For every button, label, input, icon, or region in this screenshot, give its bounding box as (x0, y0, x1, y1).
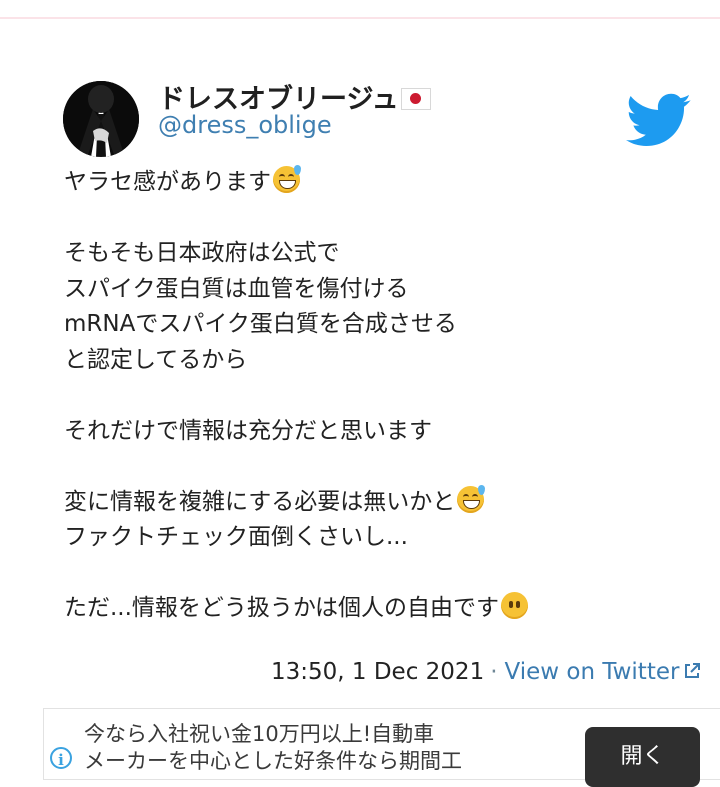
tweet-line: そもそも日本政府は公式で (64, 240, 340, 266)
japan-flag-icon (400, 87, 431, 110)
tweet-timestamp[interactable]: 13:50, 1 Dec 2021 (271, 659, 484, 685)
ad-open-button[interactable]: 開く (585, 727, 700, 787)
tweet-line: mRNAでスパイク蛋白質を合成させる (64, 311, 457, 337)
tweet-line: ヤラセ感があります (64, 165, 684, 201)
tweet-line: 変に情報を複雑にする必要は無いかと (64, 484, 684, 521)
tweet-line: それだけで情報は充分だと思います (64, 417, 432, 444)
grinning-sweat-emoji (457, 484, 486, 513)
external-link-icon[interactable] (683, 662, 701, 680)
meta-separator: · (490, 659, 498, 685)
no-mouth-emoji (501, 592, 529, 619)
tweet-line-text: 変に情報を複雑にする必要は無いかと (64, 488, 456, 515)
twitter-bird-icon[interactable] (626, 93, 692, 149)
user-handle[interactable]: @dress_oblige (158, 111, 332, 139)
ad-text-line: 今なら入社祝い金10万円以上!自動車 (84, 722, 435, 746)
info-icon[interactable]: i (50, 747, 72, 769)
top-bar (0, 0, 720, 19)
ad-text[interactable]: 今なら入社祝い金10万円以上!自動車 メーカーを中心とした好条件なら期間工 (84, 721, 564, 775)
tweet-line: ファクトチェック面倒くさいし... (64, 524, 408, 550)
tweet-line: ただ...情報をどう扱うかは個人の自由です (64, 591, 684, 627)
tweet-line-text: ヤラセ感があります (64, 169, 271, 195)
ad-text-line: メーカーを中心とした好条件なら期間工 (84, 749, 462, 773)
grinning-sweat-emoji (273, 165, 301, 193)
view-on-twitter-link[interactable]: View on Twitter (505, 659, 680, 685)
tweet-line-text: ただ...情報をどう扱うかは個人の自由です (64, 595, 500, 621)
tweet-line: と認定してるから (64, 346, 248, 373)
tweet-text: ヤラセ感があります そもそも日本政府は公式で スパイク蛋白質は血管を傷付ける m… (64, 165, 684, 627)
avatar[interactable] (63, 81, 139, 157)
tweet-line: スパイク蛋白質は血管を傷付ける (64, 275, 409, 302)
tweet-meta: 13:50, 1 Dec 2021 · View on Twitter (271, 659, 701, 685)
ad-banner[interactable]: i 今なら入社祝い金10万円以上!自動車 メーカーを中心とした好条件なら期間工 … (43, 708, 720, 787)
